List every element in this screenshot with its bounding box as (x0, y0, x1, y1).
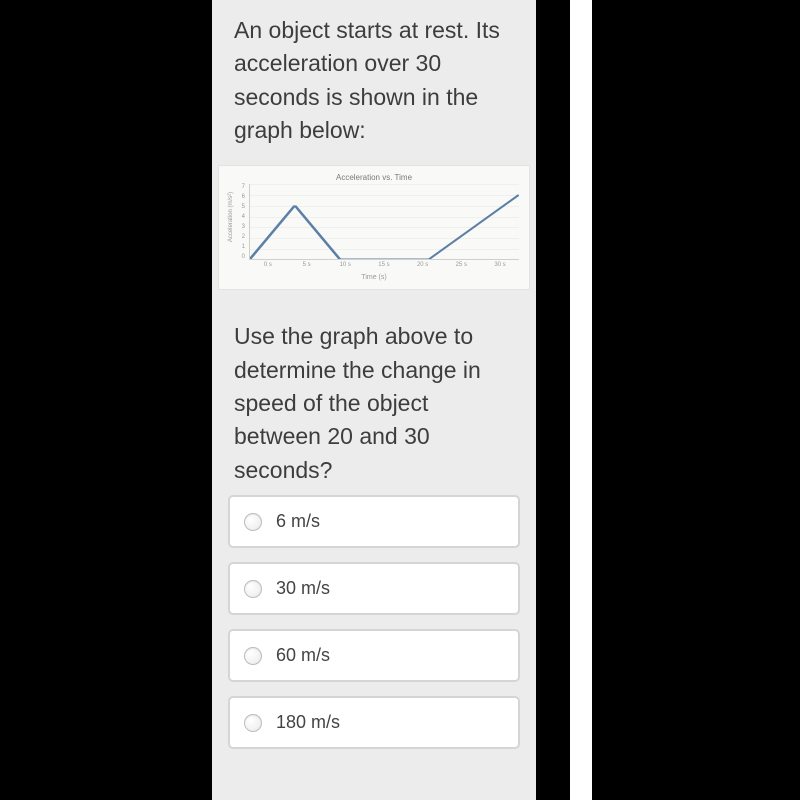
content-panel: An object starts at rest. Its accelerati… (212, 0, 536, 800)
question-intro-text: An object starts at rest. Its accelerati… (234, 14, 514, 147)
y-ticks: 7 6 5 4 3 2 1 0 (235, 184, 245, 260)
y-tick: 6 (235, 194, 245, 200)
question-prompt-text: Use the graph above to determine the cha… (234, 320, 514, 487)
x-tick: 30 s (481, 262, 519, 272)
y-tick: 7 (235, 184, 245, 190)
x-tick: 25 s (442, 262, 480, 272)
y-tick: 0 (235, 254, 245, 260)
radio-icon (244, 647, 262, 665)
right-margin-strip (570, 0, 592, 800)
chart-svg (250, 184, 519, 259)
option-a[interactable]: 6 m/s (228, 495, 520, 548)
y-tick: 5 (235, 204, 245, 210)
question-prompt-block: Use the graph above to determine the cha… (212, 296, 536, 487)
x-axis-label: Time (s) (225, 272, 523, 283)
y-tick: 4 (235, 214, 245, 220)
x-tick: 20 s (404, 262, 442, 272)
x-tick: 15 s (365, 262, 403, 272)
chart-card: Acceleration vs. Time Acceleration (m/s²… (218, 165, 530, 290)
x-tick: 5 s (288, 262, 326, 272)
option-label: 60 m/s (276, 645, 330, 666)
chart-title: Acceleration vs. Time (225, 172, 523, 184)
option-label: 180 m/s (276, 712, 340, 733)
y-axis-label-wrap: Acceleration (m/s²) (225, 184, 235, 260)
option-label: 6 m/s (276, 511, 320, 532)
radio-icon (244, 714, 262, 732)
x-ticks: 0 s 5 s 10 s 15 s 20 s 25 s 30 s (249, 262, 519, 272)
x-tick: 10 s (326, 262, 364, 272)
plot-area (249, 184, 519, 260)
option-c[interactable]: 60 m/s (228, 629, 520, 682)
y-tick: 1 (235, 244, 245, 250)
y-tick: 2 (235, 234, 245, 240)
radio-icon (244, 580, 262, 598)
option-d[interactable]: 180 m/s (228, 696, 520, 749)
option-label: 30 m/s (276, 578, 330, 599)
y-axis-label: Acceleration (m/s²) (228, 187, 234, 247)
y-tick: 3 (235, 224, 245, 230)
options-group: 6 m/s 30 m/s 60 m/s 180 m/s (212, 487, 536, 749)
chart-body: Acceleration (m/s²) 7 6 5 4 3 2 1 0 (225, 184, 523, 272)
option-b[interactable]: 30 m/s (228, 562, 520, 615)
radio-icon (244, 513, 262, 531)
x-tick: 0 s (249, 262, 287, 272)
question-intro-block: An object starts at rest. Its accelerati… (212, 0, 536, 147)
